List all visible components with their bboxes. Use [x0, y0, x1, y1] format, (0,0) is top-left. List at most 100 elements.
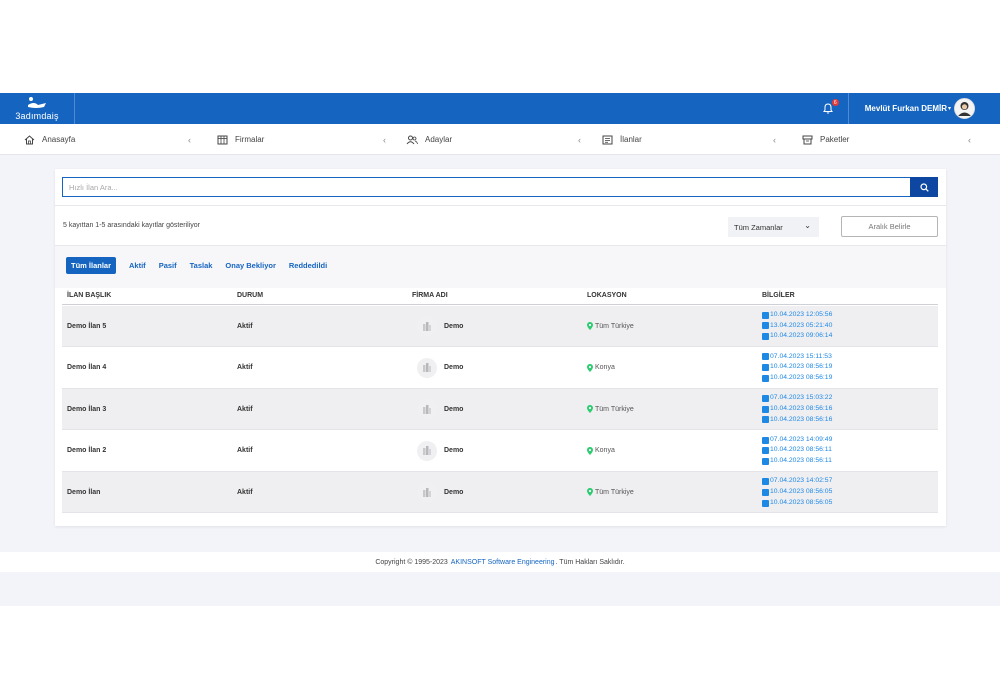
info-cell: 07.04.2023 15:11:53 10.04.2023 08:56:19 10…	[762, 352, 938, 384]
tab-all[interactable]: Tüm İlanlar	[66, 257, 117, 274]
nav-label: İlanlar	[620, 135, 642, 144]
notification-badge: 6	[831, 99, 839, 106]
users-icon	[406, 135, 418, 145]
search-button[interactable]	[910, 177, 938, 197]
company-logo-icon	[417, 482, 437, 503]
divider	[55, 205, 946, 206]
calendar-icon	[762, 311, 769, 319]
status-tabs: Tüm İlanlar Aktif Pasif Taslak Onay Bekl…	[66, 257, 340, 274]
tab-rejected[interactable]: Reddedildi	[289, 257, 327, 274]
chevron-down-icon: ⌄	[804, 221, 811, 230]
chevron-left-icon[interactable]: ‹	[188, 135, 191, 145]
date-value: 10.04.2023 08:56:11	[770, 446, 832, 454]
column-header[interactable]: FİRMA ADI	[412, 292, 587, 299]
search-input[interactable]	[62, 177, 910, 197]
info-cell: 07.04.2023 15:03:22 10.04.2023 08:56:16 10…	[762, 393, 938, 425]
nav-item-paketler[interactable]: Paketler ‹	[780, 124, 975, 155]
calendar-icon	[762, 447, 769, 455]
date-entry: 10.04.2023 08:56:05	[762, 487, 938, 498]
main-nav: Anasayfa ‹ Firmalar ‹ Adaylar ‹ İlanlar …	[0, 124, 1000, 155]
nav-item-anasayfa[interactable]: Anasayfa ‹	[0, 124, 195, 155]
listing-title[interactable]: Demo İlan 3	[62, 406, 237, 413]
nav-label: Adaylar	[425, 135, 453, 144]
listing-status: Aktif	[237, 488, 253, 496]
records-summary: 5 kayıttan 1-5 arasındaki kayıtlar göste…	[63, 222, 200, 229]
listing-status: Aktif	[237, 322, 253, 330]
location-cell: Tüm Türkiye	[587, 322, 762, 330]
company-name: Demo	[444, 447, 464, 455]
logo-icon	[28, 97, 46, 108]
date-value: 10.04.2023 08:56:19	[770, 373, 833, 381]
calendar-icon	[762, 499, 769, 507]
listing-title[interactable]: Demo İlan 5	[62, 323, 237, 330]
table-row[interactable]: Demo İlan 5 Aktif Demo Tüm Türkiye 10.04.202…	[62, 306, 938, 347]
notifications-button[interactable]: 6	[809, 93, 849, 124]
date-entry: 10.04.2023 08:56:16	[762, 404, 938, 415]
location-name: Konya	[595, 447, 615, 455]
chevron-down-icon: ▾	[947, 106, 951, 112]
column-header[interactable]: BİLGİLER	[762, 292, 938, 299]
nav-item-adaylar[interactable]: Adaylar ‹	[390, 124, 585, 155]
nav-label: Anasayfa	[42, 135, 76, 144]
company-cell: Demo	[412, 399, 587, 420]
company-cell: Demo	[412, 440, 587, 461]
user-menu[interactable]: Mevlüt Furkan DEMİR ▾	[849, 98, 1000, 119]
list-icon	[602, 135, 613, 145]
nav-item-ilanlar[interactable]: İlanlar ‹	[585, 124, 780, 155]
nav-label: Firmalar	[235, 135, 265, 144]
tab-pending[interactable]: Onay Bekliyor	[225, 257, 275, 274]
company-link[interactable]: AKINSOFT Software Engineering	[451, 559, 555, 566]
date-value: 10.04.2023 12:05:56	[770, 310, 833, 318]
table-row[interactable]: Demo İlan 3 Aktif Demo Tüm Türkiye 07.04.202…	[62, 389, 938, 431]
map-pin-icon	[587, 446, 593, 455]
date-entry: 07.04.2023 15:11:53	[762, 352, 938, 363]
table-row[interactable]: Demo İlan Aktif Demo Tüm Türkiye 07.04.2023 …	[62, 472, 938, 514]
column-header[interactable]: DURUM	[237, 292, 412, 299]
date-entry: 10.04.2023 09:06:14	[762, 331, 938, 342]
calendar-icon	[762, 478, 769, 486]
map-pin-icon	[587, 363, 593, 372]
location-name: Konya	[595, 364, 615, 372]
location-cell: Tüm Türkiye	[587, 405, 762, 414]
avatar[interactable]	[954, 98, 975, 119]
info-cell: 10.04.2023 12:05:56 13.04.2023 05:21:40 10…	[762, 310, 938, 342]
listing-title[interactable]: Demo İlan	[62, 489, 237, 496]
tab-active[interactable]: Aktif	[129, 257, 146, 274]
chevron-left-icon[interactable]: ‹	[578, 135, 581, 145]
calendar-icon	[762, 374, 769, 382]
chevron-left-icon[interactable]: ‹	[383, 135, 386, 145]
date-entry: 07.04.2023 15:03:22	[762, 393, 938, 404]
table-row[interactable]: Demo İlan 4 Aktif Demo Konya 07.04.2023 15:1…	[62, 348, 938, 389]
tab-passive[interactable]: Pasif	[159, 257, 177, 274]
listing-title[interactable]: Demo İlan 4	[62, 364, 237, 371]
listing-status: Aktif	[237, 405, 253, 413]
table-row[interactable]: Demo İlan 2 Aktif Demo Konya 07.04.2023 14:0…	[62, 431, 938, 472]
column-header[interactable]: İLAN BAŞLIK	[62, 292, 237, 299]
table-icon	[217, 135, 228, 145]
date-value: 10.04.2023 08:56:11	[770, 457, 832, 465]
package-icon	[802, 135, 813, 145]
date-value: 07.04.2023 15:11:53	[770, 352, 832, 360]
listing-title[interactable]: Demo İlan 2	[62, 447, 237, 454]
date-value: 10.04.2023 08:56:05	[770, 488, 833, 496]
tab-draft[interactable]: Taslak	[190, 257, 213, 274]
chevron-left-icon[interactable]: ‹	[773, 135, 776, 145]
listing-status: Aktif	[237, 364, 253, 372]
logo[interactable]: 3adımdaiş	[0, 93, 75, 124]
column-header[interactable]: LOKASYON	[587, 292, 762, 299]
calendar-icon	[762, 364, 769, 372]
time-filter-select[interactable]: Tüm Zamanlar ⌄	[728, 217, 819, 237]
chevron-left-icon[interactable]: ‹	[968, 135, 971, 145]
company-logo-icon	[417, 399, 437, 420]
listing-status: Aktif	[237, 447, 253, 455]
date-value: 10.04.2023 08:56:16	[770, 404, 833, 412]
date-range-button[interactable]: Aralık Belirle	[841, 216, 938, 237]
location-cell: Tüm Türkiye	[587, 488, 762, 497]
nav-item-firmalar[interactable]: Firmalar ‹	[195, 124, 390, 155]
date-value: 13.04.2023 05:21:40	[770, 321, 833, 329]
location-cell: Konya	[587, 446, 762, 455]
calendar-icon	[762, 333, 769, 341]
date-entry: 10.04.2023 08:56:05	[762, 498, 938, 509]
table-header: İLAN BAŞLIK DURUM FİRMA ADI LOKASYON BİL…	[62, 286, 938, 305]
date-entry: 10.04.2023 08:56:19	[762, 373, 938, 384]
